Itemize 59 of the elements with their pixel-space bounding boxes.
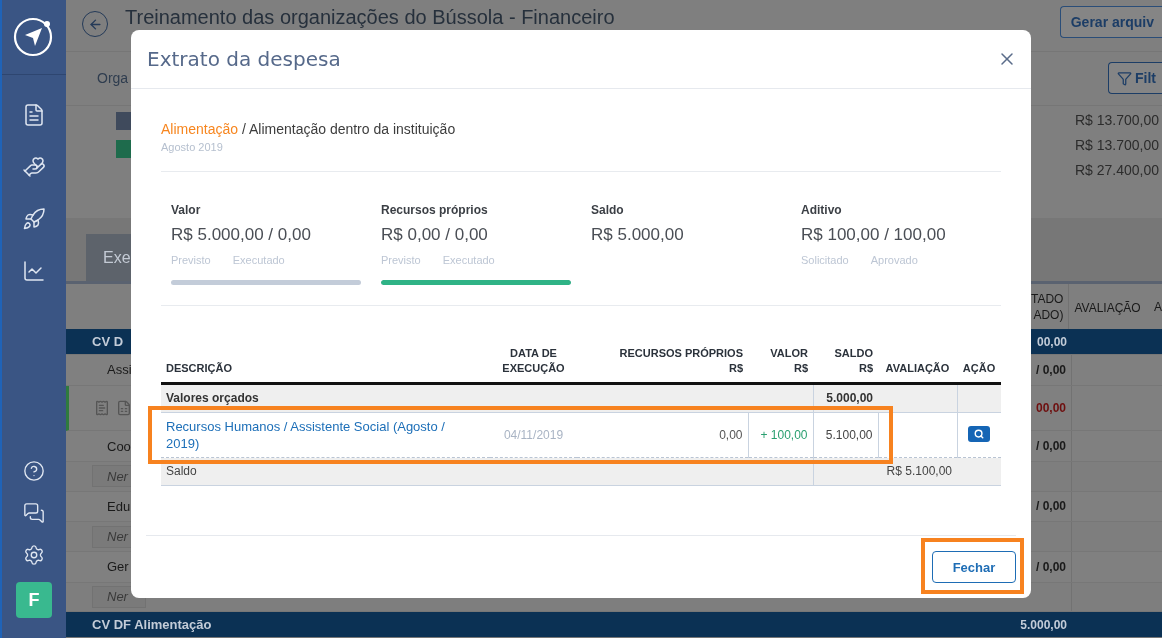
search-button[interactable] — [968, 426, 991, 442]
help-icon[interactable] — [23, 460, 45, 482]
amount-text: 00,00 — [1035, 401, 1066, 415]
stat-caption: Executado — [442, 254, 495, 266]
table-cell: + 100,00 — [748, 412, 813, 458]
stat-label: Aditivo — [801, 203, 843, 217]
stat-label: Valor — [171, 203, 202, 217]
amount-text: / 0,00 — [1035, 439, 1066, 454]
user-avatar[interactable]: F — [16, 582, 52, 618]
page-title: Treinamento das organizações do Bússola - Financeiro — [125, 6, 616, 28]
stat-value: R$ 100,00 / 100,00 — [801, 225, 947, 245]
logo-icon — [13, 16, 55, 58]
close-dialog-button[interactable]: Fechar — [932, 551, 1016, 583]
amount-text: / 0,00 — [1035, 559, 1066, 574]
amount-text: / 0,00 — [1035, 499, 1066, 514]
stat-caption: Previsto — [381, 254, 421, 266]
subcategory-text: / Alimentação dentro da instituição — [241, 121, 456, 137]
amount-text: R$ 13.700,00 — [1075, 136, 1161, 153]
expense-link[interactable]: Recursos Humanos / Assistente Social (Agosto / 2019) — [166, 418, 466, 452]
amount-text: 00,00 — [1036, 334, 1067, 349]
modal-title: Extrato da despesa — [147, 47, 341, 71]
stat-caption: Previsto — [171, 254, 211, 266]
column-header: AVALIAÇÃO — [1074, 300, 1141, 315]
sheet-icon[interactable] — [116, 400, 132, 416]
hand-heart-icon[interactable] — [22, 155, 46, 179]
column-header: A — [1154, 298, 1162, 315]
group-title: CV DF Alimentação — [91, 617, 212, 633]
row-label: Coo — [106, 438, 131, 454]
stat-label: Saldo — [591, 203, 625, 217]
table-cell: 04/11/2019 — [490, 412, 577, 458]
search-icon — [974, 429, 985, 439]
chat-icon[interactable] — [23, 502, 45, 524]
period-text: Agosto 2019 — [161, 141, 224, 153]
row-label: Edu — [106, 498, 131, 514]
amount-text: / 0,00 — [1035, 362, 1066, 377]
rocket-icon[interactable] — [22, 207, 46, 231]
stat-value: R$ 5.000,00 — [591, 225, 685, 245]
amount-text: R$ 13.700,00 — [1075, 111, 1161, 128]
row-label: Ger — [106, 559, 129, 575]
filter-icon — [1117, 70, 1132, 86]
amount-text: R$ 27.400,00 — [1075, 161, 1161, 178]
settings-icon[interactable] — [23, 544, 45, 566]
group-title: CV D — [91, 334, 124, 350]
table-cell: 5.100,00 — [813, 412, 878, 458]
stat-caption: Executado — [232, 254, 285, 266]
table-cell: 0,00 — [577, 412, 748, 458]
stat-value: R$ 5.000,00 / 0,00 — [171, 225, 312, 245]
amount-text: 5.000,00 — [1020, 617, 1067, 632]
row-label: Assi — [106, 362, 132, 378]
stat-value: R$ 0,00 / 0,00 — [381, 225, 489, 245]
filter-button[interactable]: Filt — [1108, 62, 1162, 95]
export-button[interactable]: Gerar arquiv — [1059, 6, 1162, 38]
document-icon[interactable] — [22, 103, 46, 127]
chart-icon[interactable] — [22, 259, 46, 283]
category-link[interactable]: Alimentação — [161, 121, 239, 137]
stat-caption: Aprovado — [870, 254, 918, 266]
stat-caption: Solicitado — [801, 254, 849, 266]
column-header: TADO ADO) — [1031, 290, 1064, 323]
stat-label: Recursos próprios — [381, 203, 489, 217]
